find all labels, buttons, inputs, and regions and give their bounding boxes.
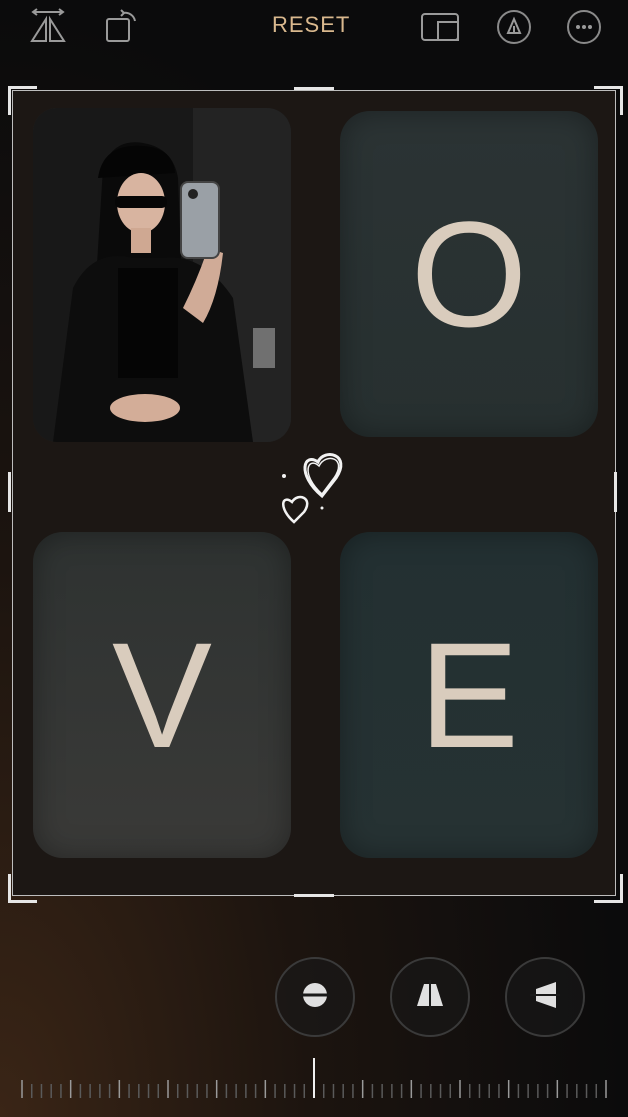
more-options-icon[interactable]	[567, 10, 601, 44]
crop-edge-top[interactable]	[294, 87, 334, 90]
adjustment-ruler-slider[interactable]	[18, 1058, 610, 1098]
tile-letter: E	[418, 611, 520, 779]
crop-corner-top-left[interactable]	[8, 86, 37, 115]
crop-corner-bottom-right[interactable]	[594, 874, 623, 903]
top-toolbar: RESET	[0, 0, 628, 60]
letter-tile-e: E	[340, 532, 598, 858]
mirror-selfie-photo	[33, 108, 291, 442]
hearts-doodle-icon	[276, 444, 356, 528]
flip-horizontal-icon[interactable]	[28, 6, 68, 46]
tile-letter: O	[410, 190, 528, 358]
letter-tile-o: O	[340, 111, 598, 437]
crop-edge-left[interactable]	[8, 472, 11, 512]
tile-letter: V	[111, 611, 213, 779]
crop-corner-bottom-left[interactable]	[8, 874, 37, 903]
vertical-perspective-button[interactable]	[390, 957, 470, 1037]
vertical-perspective-icon	[413, 978, 447, 1017]
straighten-icon	[298, 978, 332, 1017]
crop-edge-right[interactable]	[614, 472, 617, 512]
aspect-ratio-icon[interactable]	[420, 6, 460, 46]
markup-pen-icon[interactable]	[497, 10, 531, 44]
straighten-button[interactable]	[275, 957, 355, 1037]
horizontal-perspective-icon	[528, 978, 562, 1017]
rotate-icon[interactable]	[100, 6, 140, 46]
crop-edge-bottom[interactable]	[294, 894, 334, 897]
reset-button[interactable]: RESET	[272, 12, 350, 38]
letter-tile-v: V	[33, 532, 291, 858]
crop-corner-top-right[interactable]	[594, 86, 623, 115]
horizontal-perspective-button[interactable]	[505, 957, 585, 1037]
